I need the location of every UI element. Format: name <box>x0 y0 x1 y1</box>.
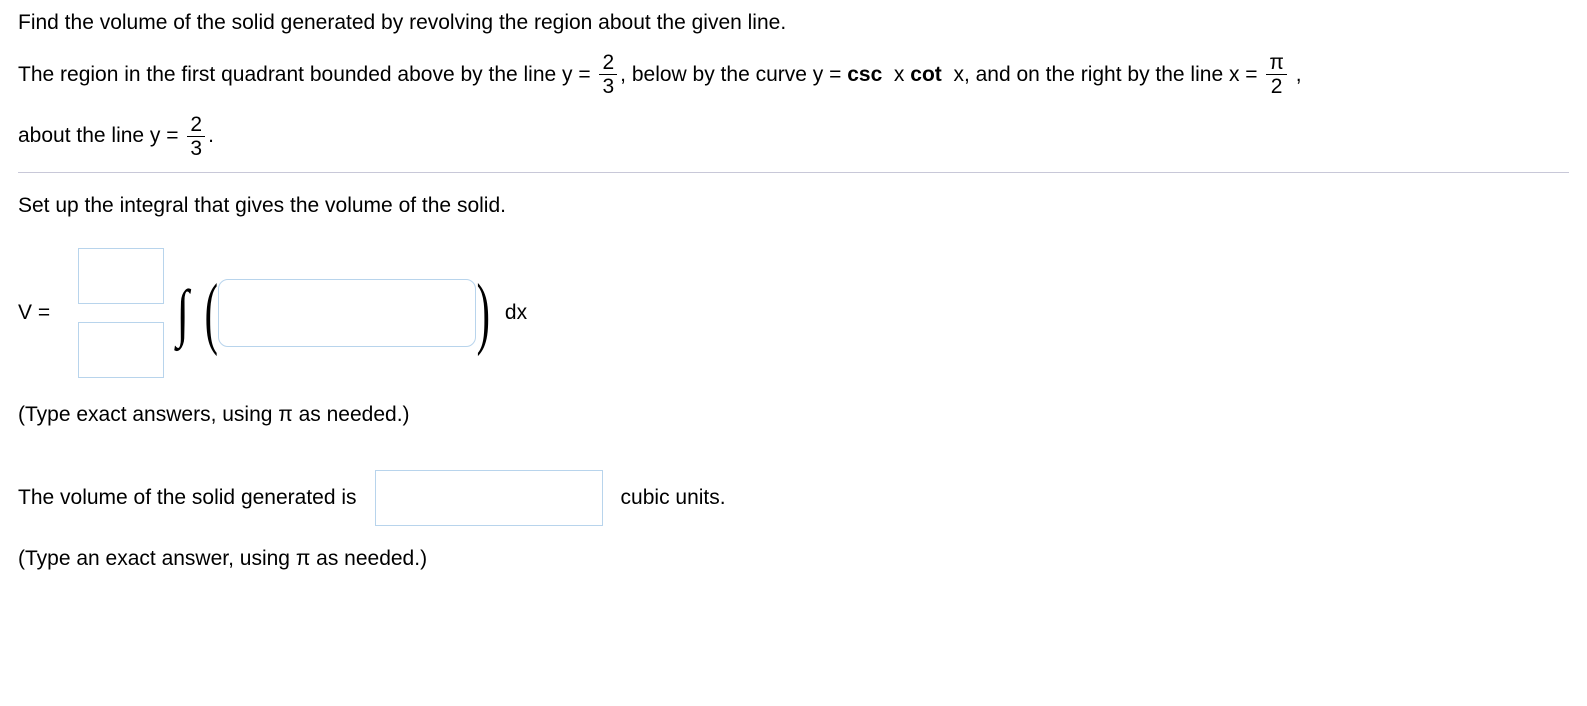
lower-limit-input[interactable] <box>78 322 164 378</box>
text-segment: about the line y = <box>18 121 184 150</box>
csc-function: csc <box>847 60 888 89</box>
fraction-2-3-axis: 2 3 <box>187 113 205 160</box>
answer-text-after: cubic units. <box>621 483 726 512</box>
right-paren-icon: ) <box>477 257 490 369</box>
dx-label: dx <box>505 298 527 327</box>
answer-hint: (Type an exact answer, using π as needed… <box>18 544 1569 573</box>
setup-instruction: Set up the integral that gives the volum… <box>18 191 1569 220</box>
numerator: 2 <box>187 113 205 137</box>
integral-limits <box>78 248 164 378</box>
problem-description-line1: The region in the first quadrant bounded… <box>18 51 1569 98</box>
integral-group: ∫ ( ) dx <box>78 248 527 378</box>
text-segment: , below by the curve y = <box>620 60 847 89</box>
problem-description-line2: about the line y = 2 3 . <box>18 113 1569 160</box>
problem-intro: Find the volume of the solid generated b… <box>18 8 1569 37</box>
numerator: 2 <box>599 51 617 75</box>
section-divider <box>18 172 1569 173</box>
volume-label: V = <box>18 298 50 327</box>
variable-x: x <box>888 60 910 89</box>
text-segment: , <box>1290 60 1302 89</box>
denominator: 3 <box>187 137 205 160</box>
left-paren-icon: ( <box>204 257 217 369</box>
upper-limit-input[interactable] <box>78 248 164 304</box>
volume-answer-row: The volume of the solid generated is cub… <box>18 470 1569 526</box>
denominator: 3 <box>599 75 617 98</box>
integral-sign-icon: ∫ <box>177 268 189 358</box>
answer-text-before: The volume of the solid generated is <box>18 483 357 512</box>
denominator: 2 <box>1268 75 1286 98</box>
numerator: π <box>1266 51 1287 75</box>
text-segment: x, and on the right by the line x = <box>948 60 1264 89</box>
text-segment: . <box>208 121 214 150</box>
fraction-pi-2: π 2 <box>1266 51 1287 98</box>
integrand-input[interactable] <box>218 279 476 347</box>
text-segment: The region in the first quadrant bounded… <box>18 60 596 89</box>
integral-hint: (Type exact answers, using π as needed.) <box>18 400 1569 429</box>
volume-answer-input[interactable] <box>375 470 603 526</box>
fraction-2-3: 2 3 <box>599 51 617 98</box>
cot-function: cot <box>910 60 947 89</box>
integral-expression: V = ∫ ( ) dx <box>18 248 1569 378</box>
